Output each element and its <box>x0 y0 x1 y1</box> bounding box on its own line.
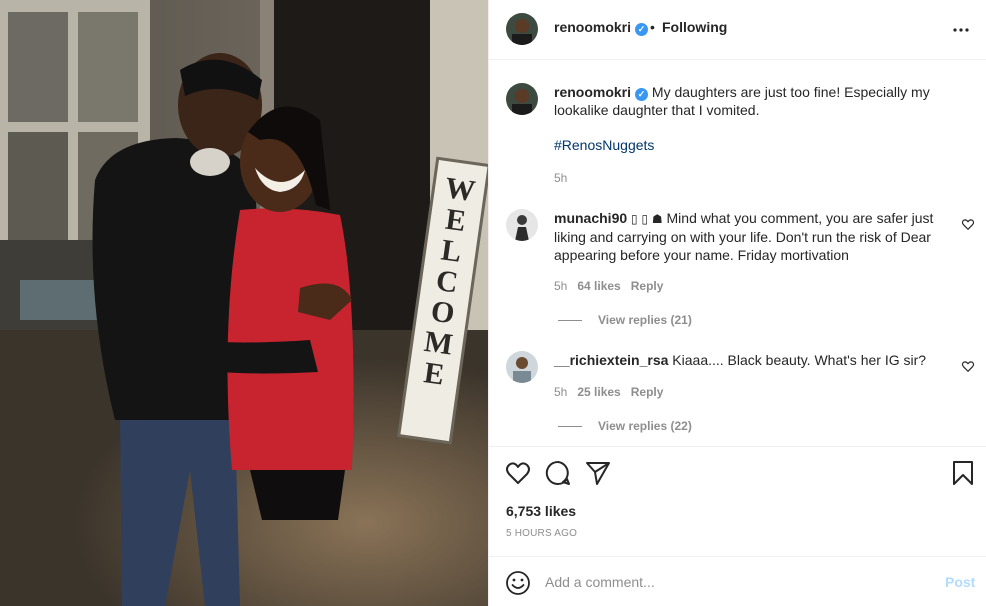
author-username[interactable]: renoomokri <box>554 19 631 35</box>
more-options-icon[interactable] <box>951 20 971 40</box>
view-replies-label[interactable]: View replies (22) <box>598 419 692 433</box>
separator-dot: • <box>650 19 655 35</box>
post-actions: 6,753 likes 5 HOURS AGO <box>489 446 986 556</box>
share-icon[interactable] <box>585 460 611 486</box>
author-username-link[interactable]: renoomokri ✓ <box>554 19 649 36</box>
caption-hashtag-link[interactable]: #RenosNuggets <box>554 137 654 153</box>
comment-like-heart-icon[interactable] <box>961 217 975 231</box>
comment-avatar[interactable] <box>506 209 538 241</box>
comment-item: munachi90 ▯ ▯ ☗ Mind what you comment, y… <box>554 209 946 264</box>
comment-likes[interactable]: 64 likes <box>577 279 620 293</box>
comment-like-heart-icon[interactable] <box>961 359 975 373</box>
emoji-icon[interactable] <box>505 570 531 596</box>
caption-username[interactable]: renoomokri <box>554 84 631 100</box>
comment-avatar[interactable] <box>506 351 538 383</box>
comment-time[interactable]: 5h <box>554 385 567 399</box>
post-timestamp[interactable]: 5 HOURS AGO <box>506 528 577 539</box>
comment-reply-button[interactable]: Reply <box>631 279 664 293</box>
comment-reply-button[interactable]: Reply <box>631 385 664 399</box>
verified-badge-icon: ✓ <box>635 88 649 101</box>
following-button[interactable]: Following <box>662 19 727 35</box>
likes-count[interactable]: 6,753 likes <box>506 503 576 519</box>
view-replies-label[interactable]: View replies (21) <box>598 313 692 327</box>
replies-divider <box>558 426 582 428</box>
post-details-panel: renoomokri ✓ • Following renoomokri ✓ My d… <box>488 0 986 606</box>
comment-emojis: ▯ ▯ ☗ <box>631 212 663 226</box>
post-caption: renoomokri ✓ My daughters are just too fi… <box>554 83 944 119</box>
comment-meta: 5h 64 likes Reply <box>554 279 673 293</box>
comment-username[interactable]: munachi90 <box>554 210 627 226</box>
heart-icon[interactable] <box>505 460 531 486</box>
verified-badge-icon: ✓ <box>635 23 649 36</box>
post-header: renoomokri ✓ • Following <box>489 0 986 60</box>
caption-timestamp[interactable]: 5h <box>554 171 567 185</box>
comment-time[interactable]: 5h <box>554 279 567 293</box>
comment-username[interactable]: __richiextein_rsa <box>554 352 668 368</box>
comment-input[interactable] <box>545 567 925 597</box>
comment-icon[interactable] <box>545 460 571 486</box>
comment-item: __richiextein_rsa Kiaaa.... Black beauty… <box>554 351 944 369</box>
view-replies-button[interactable]: View replies (22) <box>558 419 692 433</box>
post-comment-button[interactable]: Post <box>945 574 975 590</box>
add-comment-bar: Post <box>489 556 986 606</box>
replies-divider <box>558 320 582 322</box>
comment-text: Kiaaa.... Black beauty. What's her IG si… <box>672 352 927 368</box>
view-replies-button[interactable]: View replies (21) <box>558 313 692 327</box>
comment-likes[interactable]: 25 likes <box>577 385 620 399</box>
post-photo: WELCOME <box>0 0 488 606</box>
author-avatar[interactable] <box>506 13 538 45</box>
caption-author-avatar[interactable] <box>506 83 538 115</box>
comment-meta: 5h 25 likes Reply <box>554 385 673 399</box>
bookmark-icon[interactable] <box>950 460 976 486</box>
